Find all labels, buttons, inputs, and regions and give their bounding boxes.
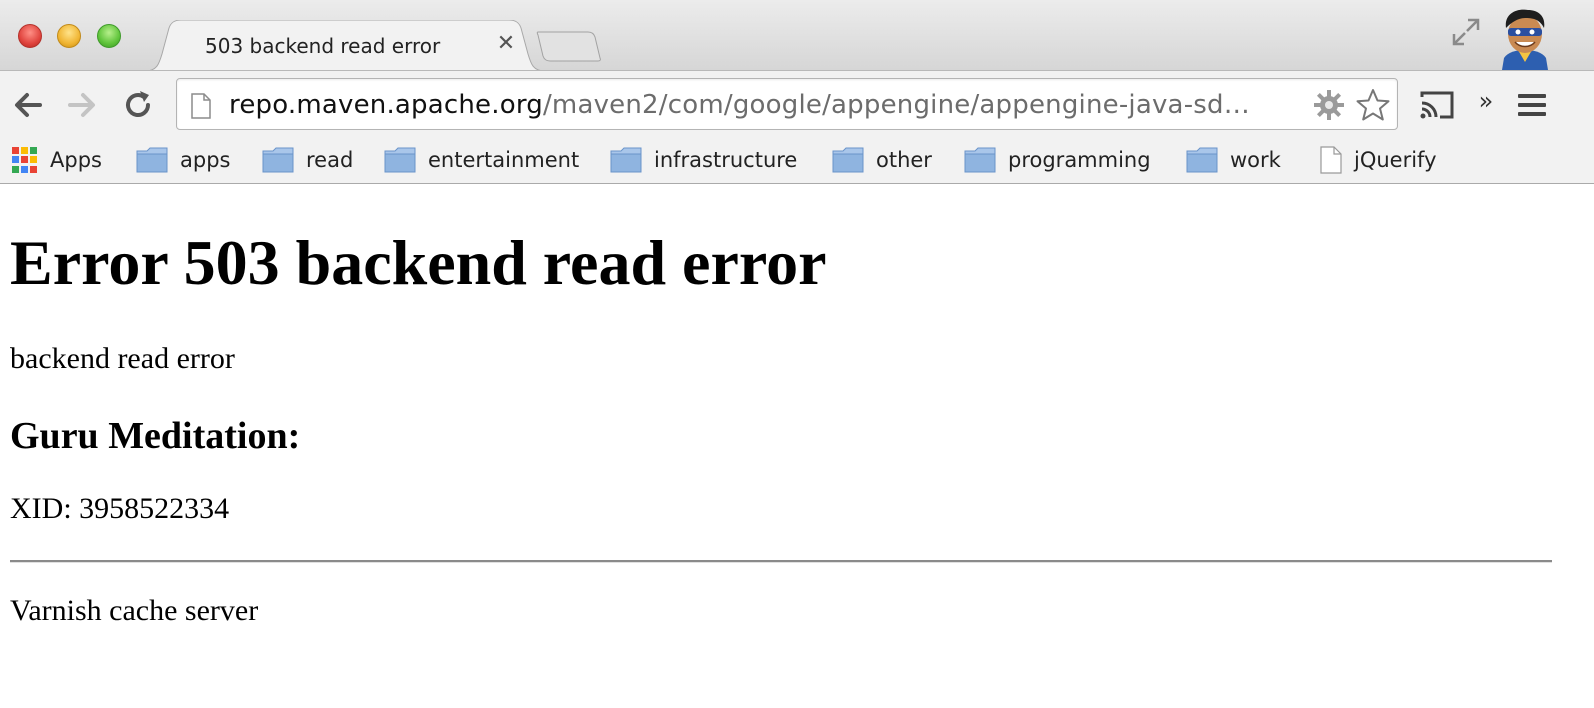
bookmark-folder-other[interactable]: other (832, 142, 932, 178)
url-text: repo.maven.apache.org/maven2/com/google/… (229, 90, 1250, 120)
folder-icon (964, 147, 996, 173)
extension-gear-icon[interactable] (1313, 89, 1345, 121)
new-tab-button[interactable] (536, 30, 604, 62)
bookmark-folder-apps[interactable]: apps (136, 142, 230, 178)
folder-icon (1186, 147, 1218, 173)
bookmark-label: jQuerify (1354, 148, 1437, 172)
error-heading: Error 503 backend read error (10, 227, 827, 298)
apps-grid-icon (12, 147, 38, 173)
bookmark-folder-entertainment[interactable]: entertainment (384, 142, 579, 178)
forward-arrow-icon[interactable] (64, 87, 100, 123)
tab-active[interactable]: 503 backend read error ✕ (145, 20, 545, 72)
server-footer: Varnish cache server (10, 594, 259, 627)
bookmark-label: apps (180, 148, 231, 172)
window-zoom-button[interactable] (97, 24, 121, 48)
bookmarks-bar: Apps apps read entertainment infrastruct… (0, 138, 1594, 184)
cast-icon[interactable] (1418, 89, 1456, 121)
folder-icon (262, 147, 294, 173)
xid-text: XID: 3958522334 (10, 492, 230, 525)
hamburger-menu-icon[interactable] (1516, 91, 1548, 119)
tab-close-icon[interactable]: ✕ (495, 30, 517, 58)
bookmark-label: work (1230, 148, 1281, 172)
bookmark-label: other (876, 148, 932, 172)
profile-avatar-icon[interactable] (1494, 6, 1556, 70)
extensions-overflow-icon[interactable]: » (1476, 87, 1496, 115)
bookmark-folder-infrastructure[interactable]: infrastructure (610, 142, 797, 178)
browser-toolbar: repo.maven.apache.org/maven2/com/google/… (0, 70, 1594, 138)
folder-icon (832, 147, 864, 173)
fullscreen-icon[interactable] (1450, 16, 1482, 48)
page-document-icon (191, 93, 211, 119)
bookmark-label: Apps (50, 148, 102, 172)
reload-icon[interactable] (120, 87, 156, 123)
folder-icon (384, 147, 416, 173)
address-bar[interactable]: repo.maven.apache.org/maven2/com/google/… (176, 78, 1398, 130)
window-close-button[interactable] (18, 24, 42, 48)
folder-icon (610, 147, 642, 173)
folder-icon (136, 147, 168, 173)
tab-title: 503 backend read error (205, 34, 441, 58)
bookmark-folder-work[interactable]: work (1186, 142, 1281, 178)
bookmark-label: programming (1008, 148, 1151, 172)
back-arrow-icon[interactable] (10, 87, 46, 123)
bookmark-folder-programming[interactable]: programming (964, 142, 1151, 178)
url-host: repo.maven.apache.org (229, 90, 543, 120)
error-message: backend read error (10, 342, 235, 375)
divider (10, 560, 1552, 563)
bookmark-jquerify[interactable]: jQuerify (1320, 142, 1437, 178)
guru-meditation-heading: Guru Meditation: (10, 415, 301, 457)
window-minimize-button[interactable] (57, 24, 81, 48)
bookmark-label: entertainment (428, 148, 580, 172)
bookmark-folder-read[interactable]: read (262, 142, 353, 178)
bookmark-star-icon[interactable] (1355, 87, 1391, 123)
url-path: /maven2/com/google/appengine/appengine-j… (542, 90, 1250, 120)
document-icon (1320, 146, 1342, 174)
bookmark-label: read (306, 148, 354, 172)
window-titlebar: 503 backend read error ✕ (0, 0, 1594, 72)
bookmark-label: infrastructure (654, 148, 798, 172)
bookmark-apps[interactable]: Apps (12, 142, 102, 178)
